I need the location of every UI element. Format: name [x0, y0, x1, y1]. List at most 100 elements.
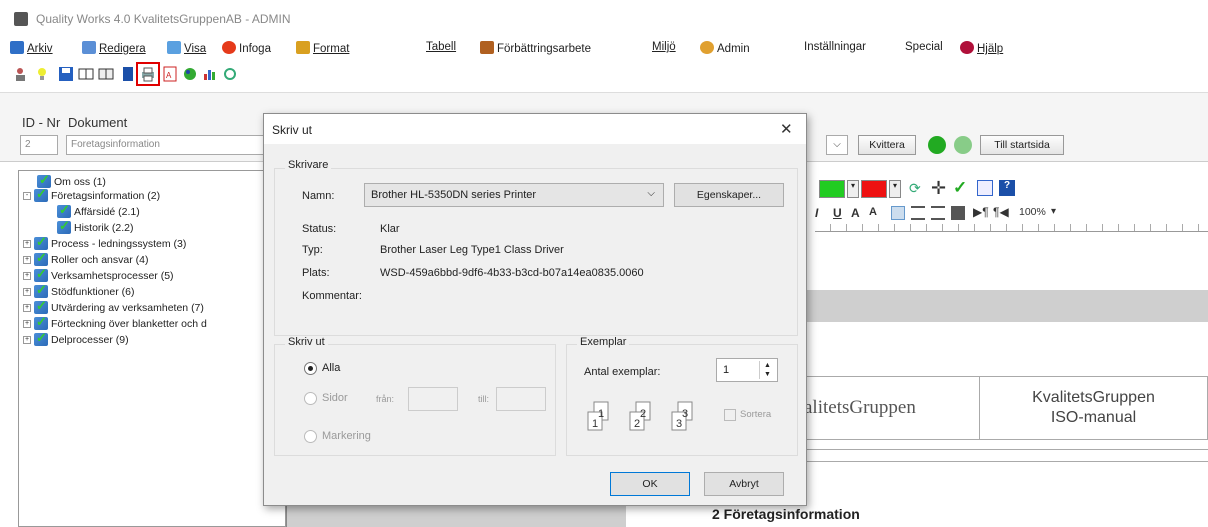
- check-icon[interactable]: ✓: [953, 178, 967, 198]
- tree-item[interactable]: +Förteckning över blanketter och d: [23, 314, 207, 330]
- menu-special[interactable]: Special: [905, 41, 943, 53]
- menu-hjalp[interactable]: Hjälp: [960, 41, 1003, 55]
- collate-checkbox[interactable]: [724, 409, 736, 421]
- copies-stepper[interactable]: 1 ▲ ▼: [716, 358, 778, 382]
- expand-icon[interactable]: +: [23, 271, 31, 280]
- ok-button[interactable]: OK: [610, 472, 690, 496]
- copies-value: 1: [723, 364, 730, 376]
- idea-icon[interactable]: [32, 64, 52, 84]
- green-back-icon[interactable]: [954, 136, 972, 154]
- tree-item[interactable]: +Process - ledningssystem (3): [23, 234, 186, 250]
- rtl-icon[interactable]: ¶◀: [993, 205, 1009, 219]
- chart-icon[interactable]: [200, 64, 220, 84]
- menu-arkiv[interactable]: Arkiv: [10, 41, 53, 55]
- binder-icon[interactable]: [118, 64, 138, 84]
- globe-icon[interactable]: [180, 64, 200, 84]
- table-icon[interactable]: [977, 180, 993, 196]
- menu-visa[interactable]: Visa: [167, 41, 206, 55]
- underline-icon[interactable]: U: [833, 206, 842, 220]
- menu-forbattringsarbete[interactable]: Förbättringsarbete: [480, 41, 591, 55]
- tree-item[interactable]: Affärsidé (2.1): [57, 202, 140, 218]
- sync-icon[interactable]: ⟳: [909, 180, 921, 197]
- status-label: Status:: [302, 223, 337, 235]
- justify-icon[interactable]: [951, 206, 965, 220]
- tree-item[interactable]: Om oss (1): [37, 172, 106, 188]
- print-icon[interactable]: [136, 62, 160, 86]
- status-value: Klar: [380, 223, 400, 235]
- close-icon[interactable]: ✕: [780, 120, 793, 138]
- dropdown-arrow[interactable]: ⌵: [826, 135, 848, 155]
- tree-item[interactable]: +Delprocesser (9): [23, 330, 129, 346]
- tree-item[interactable]: +Verksamhetsprocesser (5): [23, 266, 174, 282]
- book-icon[interactable]: [76, 64, 96, 84]
- expand-icon[interactable]: +: [23, 255, 31, 264]
- section-heading: 2 Företagsinformation: [712, 506, 860, 522]
- svg-text:A: A: [166, 71, 172, 80]
- align-left-icon[interactable]: [891, 206, 905, 220]
- tree-item[interactable]: Historik (2.2): [57, 218, 134, 234]
- green-forward-icon[interactable]: [928, 136, 946, 154]
- expand-icon[interactable]: +: [23, 319, 31, 328]
- menu-infoga[interactable]: Infoga: [222, 41, 271, 55]
- expand-icon[interactable]: +: [23, 287, 31, 296]
- to-input[interactable]: [496, 387, 546, 411]
- align-right-icon[interactable]: [931, 206, 945, 220]
- tree-item[interactable]: +Utvärdering av verksamheten (7): [23, 298, 204, 314]
- copies-label: Antal exemplar:: [584, 366, 661, 378]
- selection-label: Markering: [322, 430, 371, 442]
- dropdown-arrow[interactable]: ▾: [847, 180, 859, 198]
- collapse-icon[interactable]: -: [23, 191, 31, 200]
- ltr-icon[interactable]: ▶¶: [973, 205, 989, 219]
- svg-text:2: 2: [640, 408, 646, 420]
- cancel-button[interactable]: Avbryt: [704, 472, 784, 496]
- sync-icon[interactable]: [220, 64, 240, 84]
- tree-item[interactable]: +Stödfunktioner (6): [23, 282, 134, 298]
- dialog-titlebar: Skriv ut ✕: [264, 114, 806, 144]
- align-center-icon[interactable]: [911, 206, 925, 220]
- help-icon[interactable]: ?: [999, 180, 1015, 196]
- doc-check-icon: [34, 234, 48, 250]
- font-shrink-icon[interactable]: A: [869, 206, 877, 218]
- doc-check-icon: [34, 314, 48, 330]
- collate-label: Sortera: [740, 409, 772, 420]
- app-icon: [14, 12, 28, 26]
- font-grow-icon[interactable]: A: [851, 206, 860, 220]
- expand-icon[interactable]: +: [23, 239, 31, 248]
- pages-radio[interactable]: [304, 392, 317, 405]
- pdf-icon[interactable]: A: [160, 64, 180, 84]
- menu-tabell[interactable]: Tabell: [426, 41, 456, 53]
- kvittera-button[interactable]: Kvittera: [858, 135, 916, 155]
- doc-check-icon: [34, 250, 48, 266]
- properties-button[interactable]: Egenskaper...: [674, 183, 784, 207]
- menu-miljo[interactable]: Miljö: [652, 41, 676, 53]
- ruler: [815, 224, 1208, 232]
- menu-format[interactable]: Format: [296, 41, 349, 55]
- save-icon[interactable]: [56, 64, 76, 84]
- id-field[interactable]: 2: [20, 135, 58, 155]
- printer-select[interactable]: Brother HL-5350DN series Printer ⌵: [364, 183, 664, 207]
- italic-icon[interactable]: I: [815, 206, 818, 220]
- menu-installningar[interactable]: Inställningar: [804, 41, 866, 53]
- save-icon: [10, 41, 24, 54]
- move-icon[interactable]: ✛: [931, 178, 946, 199]
- menu-redigera[interactable]: Redigera: [82, 41, 146, 55]
- font-color-icon[interactable]: [861, 180, 887, 198]
- document-field[interactable]: Foretagsinformation: [66, 135, 266, 155]
- svg-text:1: 1: [598, 408, 604, 420]
- expand-icon[interactable]: +: [23, 303, 31, 312]
- tree-item[interactable]: +Roller och ansvar (4): [23, 250, 148, 266]
- all-radio[interactable]: [304, 362, 317, 375]
- from-input[interactable]: [408, 387, 458, 411]
- open-book-icon[interactable]: [96, 64, 116, 84]
- spin-arrows-icon[interactable]: ▲ ▼: [759, 361, 775, 379]
- till-startsida-button[interactable]: Till startsida: [980, 135, 1064, 155]
- dropdown-arrow[interactable]: ▾: [889, 180, 901, 198]
- expand-icon[interactable]: +: [23, 335, 31, 344]
- users-icon[interactable]: [12, 64, 32, 84]
- selection-radio[interactable]: [304, 430, 317, 443]
- zoom-level[interactable]: 100%: [1019, 206, 1046, 218]
- dropdown-arrow[interactable]: ▾: [1051, 206, 1056, 217]
- menu-admin[interactable]: Admin: [700, 41, 750, 55]
- tree-item[interactable]: -Företagsinformation (2): [23, 186, 160, 202]
- highlight-color-icon[interactable]: [819, 180, 845, 198]
